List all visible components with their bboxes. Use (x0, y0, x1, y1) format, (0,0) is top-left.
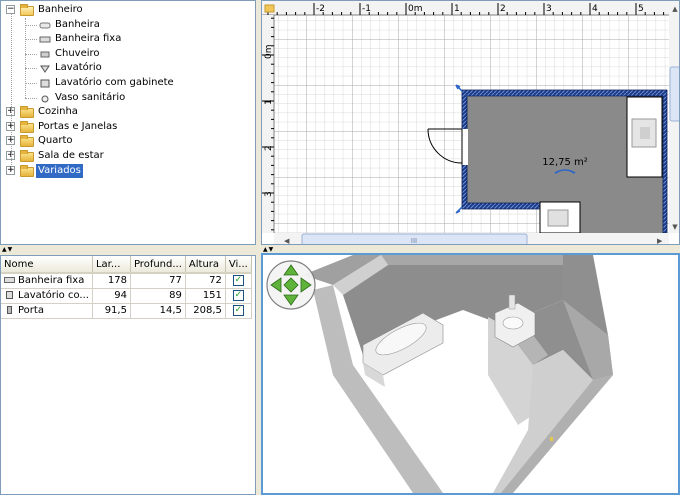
tree-label: Cozinha (38, 106, 78, 118)
folder-icon (20, 120, 34, 133)
cell-depth: 14,5 (130, 303, 186, 319)
cell-depth: 89 (130, 288, 186, 304)
cell-width: 91,5 (92, 303, 131, 319)
column-header-depth[interactable]: Profund... (130, 256, 186, 274)
fixed-bathtub-icon (39, 35, 51, 44)
tree-label: Banheiro (38, 4, 83, 15)
tree-folder-11[interactable]: + Variados (1, 163, 255, 178)
scroll-up-icon[interactable]: ▲ (672, 5, 678, 13)
navigation-arrows-icon[interactable] (266, 260, 316, 310)
fixed-bathtub-icon (4, 275, 18, 286)
tree-label: Quarto (38, 135, 73, 147)
folder-icon (20, 135, 34, 148)
tree-label: Lavatório com gabinete (55, 77, 174, 88)
tree-label: Portas e Janelas (38, 120, 118, 132)
tree-folder-0[interactable]: − Banheiro (1, 3, 255, 17)
scroll-thumb-grip: III (411, 237, 417, 245)
tree-label: Variados (36, 163, 83, 178)
tree-item-1[interactable]: Banheira (1, 18, 255, 32)
ruler-x-label: 0m (408, 4, 423, 14)
tree-label: Lavatório (55, 62, 102, 74)
shower-icon (39, 50, 51, 59)
tree-label: Sala de estar (38, 150, 104, 161)
ruler-y-label: 2 (264, 145, 274, 151)
furniture-name: Banheira fixa (18, 275, 85, 287)
scroll-down-icon[interactable]: ▼ (672, 223, 678, 231)
table-row[interactable]: Banheira fixa 178 77 72 ✓ (1, 273, 252, 289)
folder-icon (20, 106, 34, 119)
ruler-x-label: -2 (316, 4, 325, 14)
ruler-x-label: 4 (592, 4, 598, 14)
visible-checkbox[interactable]: ✓ (232, 275, 244, 286)
washbasin-icon (39, 64, 51, 74)
ruler-y-label: 3 (264, 191, 274, 197)
column-header-visible[interactable]: Vi... (225, 256, 252, 274)
cell-height: 208,5 (185, 303, 226, 319)
tree-label: Banheira (55, 18, 100, 30)
column-header-name[interactable]: Nome (1, 256, 93, 274)
plan-view[interactable]: -2 -1 0m 1 2 3 4 5 0m 1 2 3 12,75 m² ▲ ▼… (261, 0, 680, 245)
furniture-table: Nome Lar... Profund... Altura Vi... Banh… (1, 256, 252, 319)
horizontal-splitter-arrows[interactable]: ▲▼ (2, 247, 13, 253)
cell-visible: ✓ (225, 273, 252, 289)
ruler-x-label: 2 (500, 4, 506, 14)
tree-folder-10[interactable]: + Sala de estar (1, 149, 255, 163)
visible-checkbox[interactable]: ✓ (232, 289, 244, 301)
cell-height: 151 (185, 288, 226, 304)
plan-vertical-scroll-thumb[interactable] (669, 66, 680, 122)
ruler-x-label: -1 (362, 4, 371, 14)
cell-name: Porta (1, 303, 93, 319)
table-row[interactable]: Lavatório co... 94 89 151 ✓ (1, 288, 252, 304)
3d-view[interactable] (261, 253, 680, 495)
cell-depth: 77 (130, 273, 186, 289)
cell-name: Lavatório co... (1, 288, 93, 304)
tree-label: Banheira fixa (55, 33, 122, 45)
tree-label: Chuveiro (55, 47, 100, 59)
visible-checkbox[interactable]: ✓ (232, 304, 244, 316)
plan-corner-icon (264, 4, 275, 13)
table-row[interactable]: Porta 91,5 14,5 208,5 ✓ (1, 303, 252, 319)
ruler-y-label: 0m (264, 45, 274, 60)
furniture-name: Porta (18, 305, 44, 316)
column-header-width[interactable]: Lar... (92, 256, 131, 274)
washbasin-cabinet-icon (39, 79, 51, 88)
cell-visible: ✓ (225, 288, 252, 304)
tree-item-3[interactable]: Chuveiro (1, 47, 255, 61)
tree-item-2[interactable]: Banheira fixa (1, 32, 255, 46)
tree-folder-9[interactable]: + Quarto (1, 134, 255, 148)
ruler-x-label: 5 (638, 4, 644, 14)
furniture-list[interactable]: Nome Lar... Profund... Altura Vi... Banh… (0, 255, 256, 495)
bathtub-icon (39, 21, 51, 30)
collapse-icon[interactable]: − (6, 5, 15, 14)
folder-icon (20, 4, 34, 16)
ruler-x-label: 1 (454, 4, 460, 14)
cell-visible: ✓ (225, 303, 252, 319)
cell-width: 94 (92, 288, 131, 304)
folder-icon (20, 150, 34, 162)
column-header-height[interactable]: Altura (185, 256, 226, 274)
tree-item-5[interactable]: Lavatório com gabinete (1, 76, 255, 90)
ruler-x-label: 3 (546, 4, 552, 14)
folder-icon (20, 164, 34, 177)
ruler-y-label: 1 (264, 99, 274, 105)
tree-item-4[interactable]: Lavatório (1, 61, 255, 75)
door-icon (4, 305, 18, 316)
furniture-catalog-tree[interactable]: − Banheiro Banheira Banheira fixa Chuveiro La… (0, 0, 256, 245)
toilet-icon (39, 94, 51, 103)
tree-label: Vaso sanitário (55, 91, 126, 103)
tree-folder-8[interactable]: + Portas e Janelas (1, 120, 255, 134)
cell-width: 178 (92, 273, 131, 289)
cell-name: Banheira fixa (1, 273, 93, 289)
furniture-name: Lavatório co... (18, 290, 89, 301)
scroll-left-icon[interactable]: ◀ (284, 237, 290, 245)
3d-canvas[interactable] (263, 255, 678, 493)
plan-canvas[interactable]: -2 -1 0m 1 2 3 4 5 0m 1 2 3 12,75 m² ▲ ▼ ◀ … (262, 1, 680, 245)
washbasin-cabinet-icon (4, 290, 18, 301)
tree-item-6[interactable]: Vaso sanitário (1, 91, 255, 105)
room-area-label[interactable]: 12,75 m² (542, 157, 588, 168)
cell-height: 72 (185, 273, 226, 289)
tree-folder-7[interactable]: + Cozinha (1, 105, 255, 119)
scroll-right-icon[interactable]: ▶ (657, 237, 663, 245)
